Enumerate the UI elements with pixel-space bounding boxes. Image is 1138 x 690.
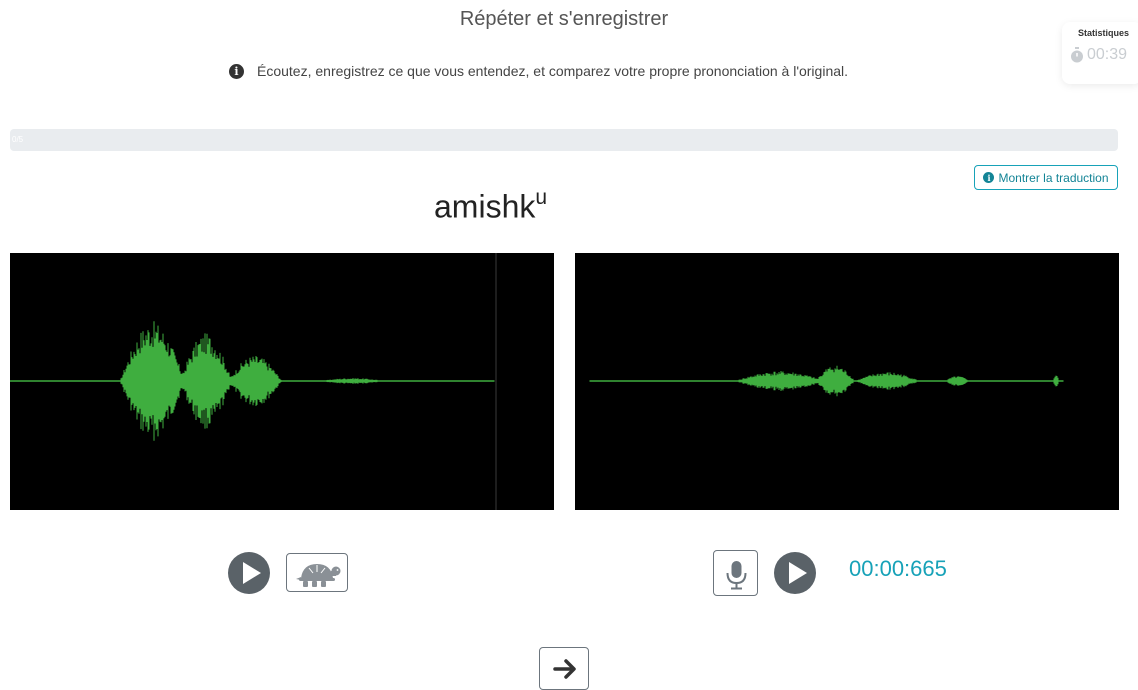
next-button[interactable] (539, 647, 589, 690)
play-icon (789, 562, 807, 584)
microphone-icon (726, 561, 747, 590)
play-recording-button[interactable] (774, 552, 816, 594)
show-translation-label: Montrer la traduction (998, 170, 1109, 185)
play-original-button[interactable] (228, 552, 270, 594)
statistics-timer: 00:39 (1070, 46, 1127, 64)
turtle-icon (296, 564, 341, 587)
progress-bar: 0/5 (10, 129, 1118, 151)
instructions: i Écoutez, enregistrez ce que vous enten… (229, 63, 848, 79)
recording-waveform (589, 365, 1064, 397)
info-circle-icon: i (983, 172, 995, 183)
instructions-text: Écoutez, enregistrez ce que vous entende… (257, 63, 849, 79)
recording-timer: 00:00:665 (849, 556, 947, 581)
recording-waveform-panel[interactable] (575, 253, 1119, 510)
target-word-superscript: u (535, 186, 548, 209)
target-word: amishku (434, 186, 548, 226)
original-waveform-panel[interactable] (10, 253, 554, 510)
record-button[interactable] (713, 550, 758, 596)
show-translation-button[interactable]: i Montrer la traduction (974, 165, 1118, 190)
progress-text: 0/5 (12, 135, 24, 144)
arrow-right-icon (553, 659, 576, 679)
statistics-label: Statistiques (1078, 28, 1130, 38)
statistics-timer-value: 00:39 (1087, 46, 1128, 63)
target-word-text: amishk (434, 188, 536, 225)
statistics-panel: Statistiques 00:39 (1062, 22, 1138, 84)
original-waveform (10, 253, 497, 510)
info-circle-icon: i (229, 63, 244, 79)
page-title: Répéter et s'enregistrer (459, 8, 669, 30)
play-icon (243, 562, 261, 584)
slow-playback-button[interactable] (286, 553, 348, 592)
stopwatch-icon (1070, 47, 1084, 63)
